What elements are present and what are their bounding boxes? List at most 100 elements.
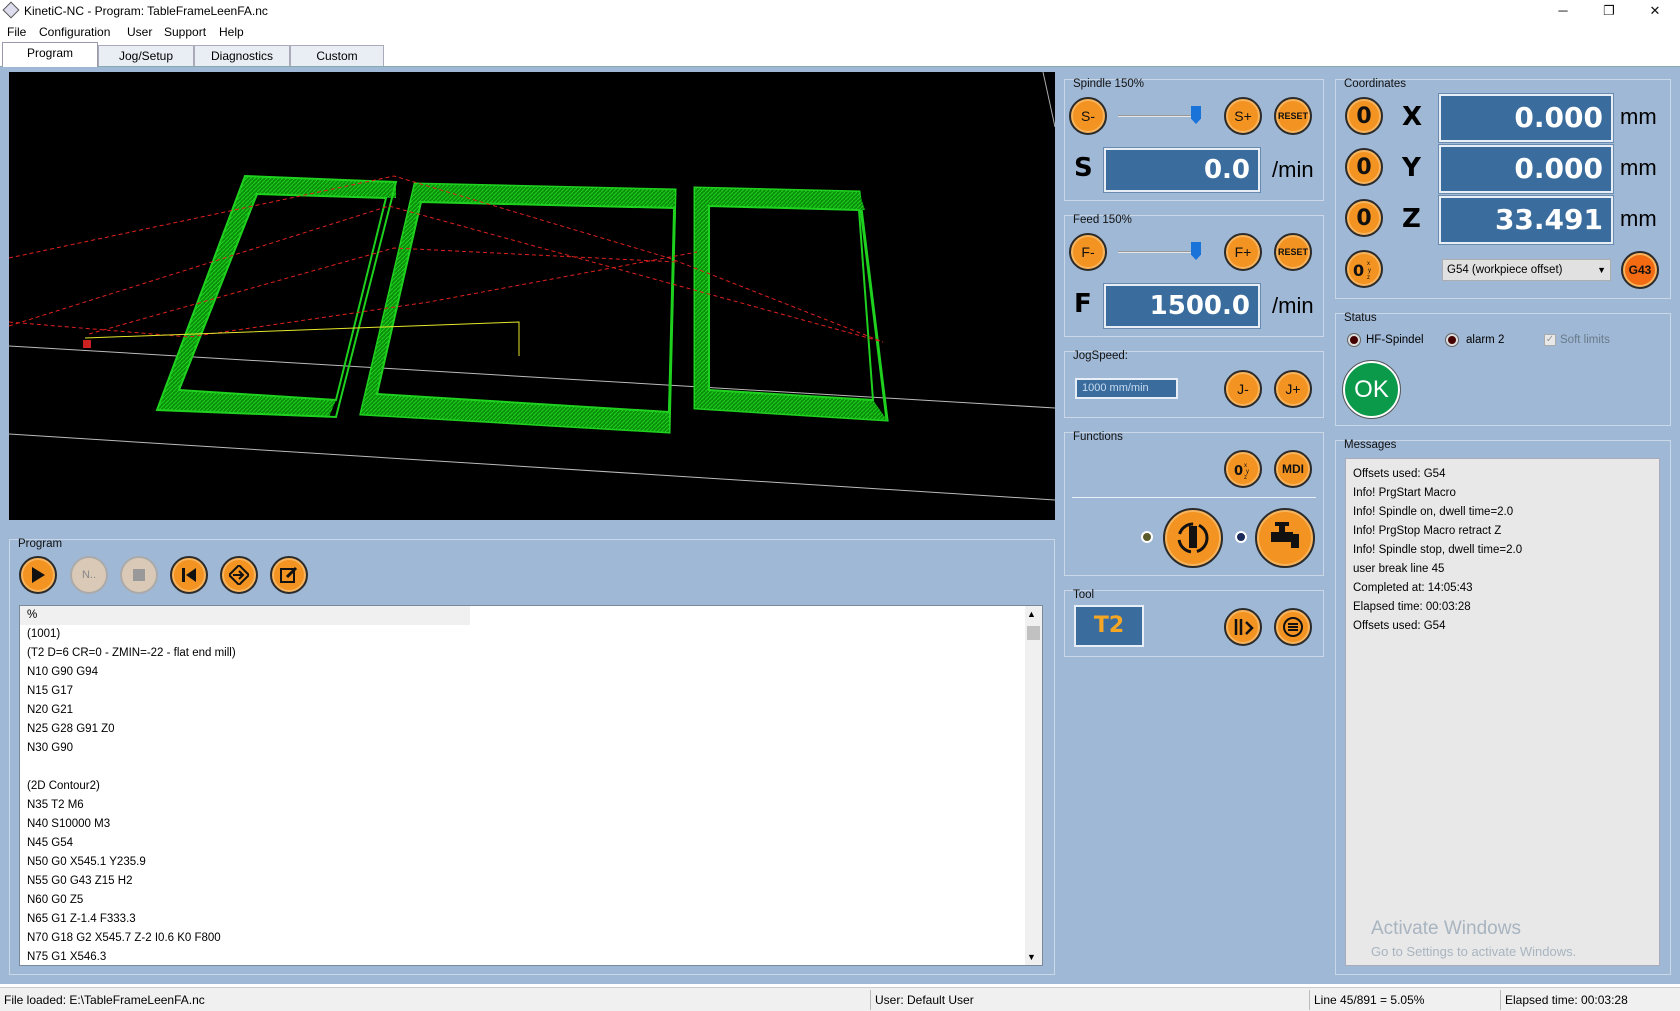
code-line[interactable] xyxy=(20,758,1042,777)
menu-support[interactable]: Support xyxy=(164,25,206,39)
tab-program[interactable]: Program xyxy=(2,42,98,67)
code-line[interactable]: N75 G1 X546.3 xyxy=(20,948,1042,965)
x-position-readout: 0.000 xyxy=(1438,93,1614,143)
code-line[interactable]: N30 G90 xyxy=(20,739,1042,758)
ok-status-indicator: OK xyxy=(1342,360,1401,419)
code-line[interactable]: N25 G28 G91 Z0 xyxy=(20,720,1042,739)
app-icon xyxy=(2,1,20,19)
zero-all-button[interactable]: 0xyz xyxy=(1345,250,1383,288)
feed-minus-button[interactable]: F- xyxy=(1069,233,1107,271)
soft-limits-checkbox[interactable]: ✓ xyxy=(1544,334,1556,346)
minimize-button[interactable]: ─ xyxy=(1540,0,1586,22)
elapsed-time-status: Elapsed time: 00:03:28 xyxy=(1505,993,1628,1007)
code-scrollbar[interactable]: ▲ ▼ xyxy=(1025,606,1042,965)
feed-rate-readout: 1500.0 xyxy=(1103,283,1261,329)
coordinates-label: Coordinates xyxy=(1344,78,1407,90)
tab-custom[interactable]: Custom xyxy=(290,45,384,66)
run-from-line-button[interactable]: N.. xyxy=(70,556,108,594)
scroll-down-icon[interactable]: ▼ xyxy=(1027,952,1036,962)
zero-xyz-button[interactable]: 0xyz xyxy=(1224,450,1262,488)
menu-bar: File Configuration User Support Help xyxy=(0,22,1680,42)
scroll-thumb[interactable] xyxy=(1027,626,1040,640)
spindle-minus-button[interactable]: S- xyxy=(1069,97,1107,135)
hf-spindel-indicator xyxy=(1347,333,1361,347)
code-line[interactable]: N50 G0 X545.1 Y235.9 xyxy=(20,853,1042,872)
feed-plus-button[interactable]: F+ xyxy=(1224,233,1262,271)
offset-select[interactable]: G54 (workpiece offset) ▼ xyxy=(1442,259,1611,281)
menu-file[interactable]: File xyxy=(7,25,26,39)
tool-settings-button[interactable] xyxy=(1274,608,1312,646)
code-line[interactable]: N70 G18 G2 X545.7 Z-2 I0.6 K0 F800 xyxy=(20,929,1042,948)
tab-jog-setup[interactable]: Jog/Setup xyxy=(98,45,194,66)
message-line: Offsets used: G54 xyxy=(1353,620,1446,632)
messages-list[interactable]: Offsets used: G54 Info! PrgStart Macro I… xyxy=(1345,458,1660,966)
code-line[interactable]: N55 G0 G43 Z15 H2 xyxy=(20,872,1042,891)
program-code-list[interactable]: % (1001) (T2 D=6 CR=0 - ZMIN=-22 - flat … xyxy=(19,605,1043,966)
tool-label: Tool xyxy=(1073,589,1095,601)
zero-z-button[interactable]: 0 xyxy=(1345,199,1383,237)
spindle-plus-button[interactable]: S+ xyxy=(1224,97,1262,135)
g43-button[interactable]: G43 xyxy=(1621,251,1659,289)
status-bar: File loaded: E:\TableFrameLeenFA.nc User… xyxy=(0,987,1680,1011)
alarm-2-label: alarm 2 xyxy=(1466,334,1505,346)
menu-help[interactable]: Help xyxy=(219,25,244,39)
feed-reset-button[interactable]: RESET xyxy=(1274,233,1312,271)
code-line[interactable]: (T2 D=6 CR=0 - ZMIN=-22 - flat end mill) xyxy=(20,644,1042,663)
messages-label: Messages xyxy=(1344,439,1397,451)
code-line[interactable]: (2D Contour2) xyxy=(20,777,1042,796)
feed-letter: F xyxy=(1074,289,1092,319)
tool-table-icon xyxy=(1283,617,1303,637)
x-unit: mm xyxy=(1620,104,1657,129)
code-line[interactable]: N10 G90 G94 xyxy=(20,663,1042,682)
program-group-label: Program xyxy=(18,538,63,550)
stop-button[interactable] xyxy=(120,556,158,594)
run-button[interactable] xyxy=(19,556,57,594)
coolant-toggle-button[interactable] xyxy=(1255,508,1315,568)
jog-minus-button[interactable]: J- xyxy=(1224,370,1262,408)
spindle-label: Spindle 150% xyxy=(1073,78,1144,90)
feed-label: Feed 150% xyxy=(1073,214,1132,226)
code-line[interactable]: N65 G1 Z-1.4 F333.3 xyxy=(20,910,1042,929)
toolpath-viewport[interactable] xyxy=(8,71,1056,520)
menu-user[interactable]: User xyxy=(127,25,152,39)
rewind-button[interactable] xyxy=(170,556,208,594)
spindle-led xyxy=(1141,531,1153,543)
scroll-up-icon[interactable]: ▲ xyxy=(1027,609,1036,619)
edit-icon xyxy=(280,566,298,583)
close-button[interactable]: ✕ xyxy=(1632,0,1678,22)
edit-program-button[interactable] xyxy=(270,556,308,594)
code-line[interactable]: N20 G21 xyxy=(20,701,1042,720)
mdi-button[interactable]: MDI xyxy=(1274,450,1312,488)
zero-y-button[interactable]: 0 xyxy=(1345,148,1383,186)
file-loaded-status: File loaded: E:\TableFrameLeenFA.nc xyxy=(4,993,205,1007)
svg-text:y: y xyxy=(1368,268,1371,274)
window-title: KinetiC-NC - Program: TableFrameLeenFA.n… xyxy=(24,4,268,18)
toolpath-graphic xyxy=(8,71,1056,501)
code-line[interactable]: N15 G17 xyxy=(20,682,1042,701)
svg-text:0: 0 xyxy=(1353,261,1364,280)
activation-watermark-subtitle: Go to Settings to activate Windows. xyxy=(1371,944,1577,959)
code-line[interactable]: N35 T2 M6 xyxy=(20,796,1042,815)
feed-override-slider[interactable] xyxy=(1118,251,1198,253)
y-axis-letter: Y xyxy=(1402,153,1421,183)
jog-plus-button[interactable]: J+ xyxy=(1274,370,1312,408)
code-line[interactable]: N60 G0 Z5 xyxy=(20,891,1042,910)
spindle-toggle-button[interactable] xyxy=(1163,508,1223,568)
code-line[interactable]: N45 G54 xyxy=(20,834,1042,853)
jogspeed-input[interactable]: 1000 mm/min xyxy=(1075,378,1178,399)
tab-diagnostics[interactable]: Diagnostics xyxy=(194,45,290,66)
code-line[interactable]: (1001) xyxy=(20,625,1042,644)
zero-x-button[interactable]: 0 xyxy=(1345,97,1383,135)
status-separator xyxy=(1309,990,1310,1010)
message-line: Completed at: 14:05:43 xyxy=(1353,582,1473,594)
spindle-override-slider[interactable] xyxy=(1118,115,1198,117)
tab-bar: Program Jog/Setup Diagnostics Custom xyxy=(0,42,1680,67)
code-line[interactable]: N40 S10000 M3 xyxy=(20,815,1042,834)
step-button[interactable] xyxy=(220,556,258,594)
user-status: User: Default User xyxy=(875,993,974,1007)
restore-button[interactable]: ❐ xyxy=(1586,0,1632,22)
spindle-reset-button[interactable]: RESET xyxy=(1274,97,1312,135)
menu-configuration[interactable]: Configuration xyxy=(39,25,110,39)
tool-change-button[interactable] xyxy=(1224,608,1262,646)
code-line[interactable]: % xyxy=(20,606,470,625)
